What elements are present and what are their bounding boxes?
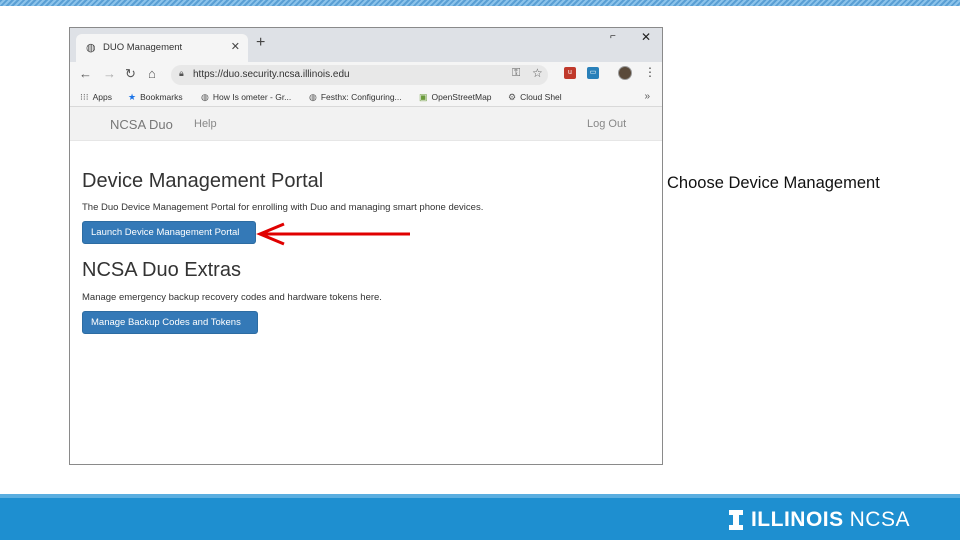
bookmark-apps[interactable]: ⁝⁝⁝ Apps (80, 92, 112, 103)
reload-icon[interactable]: ↻ (125, 66, 136, 82)
device-portal-heading: Device Management Portal (82, 170, 324, 192)
browser-toolbar: ← → ↻ ⌂ 🔒︎ https://duo.security.ncsa.ill… (70, 62, 662, 88)
gear-icon: ⚙ (508, 92, 517, 102)
menu-dots-icon[interactable]: ⋮ (644, 65, 656, 79)
window-minimize-icon[interactable]: ⌐ (610, 31, 616, 42)
site-navbar: NCSA Duo Help Log Out (70, 107, 662, 141)
globe-icon: ◍ (201, 92, 209, 102)
bookmark-item[interactable]: ⚙ Cloud Shel (508, 92, 562, 103)
browser-titlebar: ◍ DUO Management ✕ + ⌐ ✕ (70, 28, 662, 62)
tab-title: DUO Management (103, 42, 183, 53)
star-icon: ★ (128, 92, 137, 102)
ublock-extension-icon[interactable]: u (564, 67, 576, 79)
key-icon[interactable]: ⚿ (512, 67, 520, 80)
block-i-icon (728, 510, 743, 530)
slide: ◍ DUO Management ✕ + ⌐ ✕ ← → ↻ ⌂ 🔒︎ http… (0, 0, 960, 540)
footer-ncsa-text: NCSA (849, 508, 910, 531)
url-text: https://duo.security.ncsa.illinois.edu (193, 69, 350, 80)
bookmark-item[interactable]: ◍ Festhx: Configuring... (309, 92, 402, 103)
launch-device-portal-button[interactable]: Launch Device Management Portal (82, 221, 256, 244)
help-link[interactable]: Help (194, 118, 217, 130)
profile-avatar[interactable] (618, 66, 632, 80)
device-portal-description: The Duo Device Management Portal for enr… (82, 202, 484, 213)
top-stripe (0, 0, 960, 6)
bookmarks-bar: ⁝⁝⁝ Apps ★ Bookmarks ◍ How Is ometer - Gr..… (70, 88, 662, 107)
logout-link[interactable]: Log Out (587, 118, 626, 130)
footer-bar: ILLINOIS NCSA (0, 494, 960, 540)
map-icon: ▣ (419, 92, 428, 102)
extras-description: Manage emergency backup recovery codes a… (82, 292, 382, 303)
bookmark-star-icon[interactable]: ☆ (532, 66, 543, 80)
bookmark-bookmarks[interactable]: ★ Bookmarks (128, 92, 183, 103)
window-close-icon[interactable]: ✕ (641, 30, 651, 44)
back-icon[interactable]: ← (79, 66, 92, 81)
tab-close-icon[interactable]: ✕ (231, 40, 240, 53)
apps-grid-icon: ⁝⁝⁝ (80, 92, 89, 102)
bookmark-item[interactable]: ▣ OpenStreetMap (419, 92, 492, 103)
browser-tab[interactable]: ◍ DUO Management ✕ (76, 34, 248, 62)
lock-icon: 🔒︎ (179, 68, 184, 78)
forward-icon[interactable]: → (103, 66, 116, 81)
bookmark-item[interactable]: ◍ How Is ometer - Gr... (201, 92, 291, 103)
extension-icon[interactable]: ▭ (587, 67, 599, 79)
manage-backup-codes-button[interactable]: Manage Backup Codes and Tokens (82, 311, 258, 334)
new-tab-icon[interactable]: + (256, 34, 265, 52)
address-bar[interactable]: 🔒︎ https://duo.security.ncsa.illinois.ed… (171, 65, 548, 85)
footer-illinois-text: ILLINOIS (750, 508, 844, 531)
illinois-ncsa-logo: ILLINOIS NCSA (728, 508, 910, 532)
site-brand[interactable]: NCSA Duo (110, 117, 173, 132)
home-icon[interactable]: ⌂ (148, 66, 156, 81)
bookmarks-more-icon[interactable]: » (644, 91, 650, 102)
instruction-note: Choose Device Management (667, 174, 880, 192)
globe-icon: ◍ (86, 42, 96, 54)
red-annotation-arrow-icon (256, 222, 410, 246)
globe-icon: ◍ (309, 92, 317, 102)
extras-heading: NCSA Duo Extras (82, 259, 241, 281)
